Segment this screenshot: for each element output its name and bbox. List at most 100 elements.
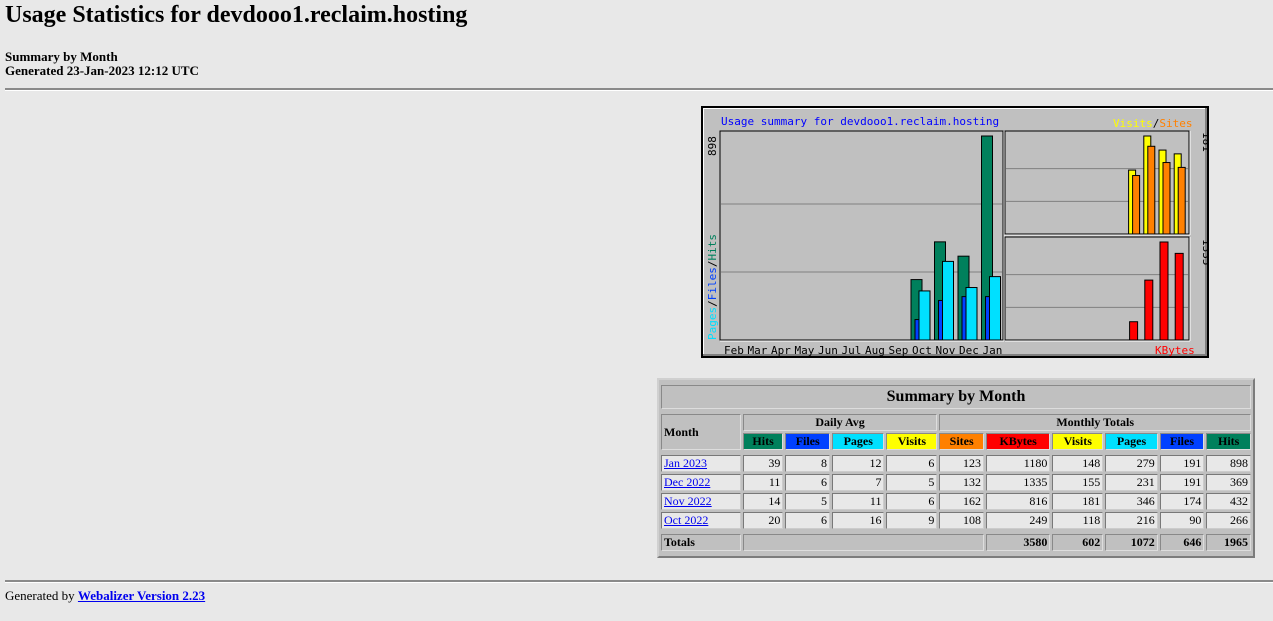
monthly-value-cell: 191 <box>1159 455 1205 472</box>
legend-separator: / <box>706 300 719 307</box>
pages-bar <box>989 276 1001 341</box>
daily-value-cell: 5 <box>886 474 938 491</box>
daily-value-cell: 8 <box>785 455 830 472</box>
month-link[interactable]: Oct 2022 <box>664 513 708 527</box>
legend-kbytes: KBytes <box>1155 344 1195 356</box>
table-row: Oct 2022 20 6 16 9 108 249 118 216 90 266 <box>661 512 1251 529</box>
daily-value-cell: 20 <box>742 512 784 529</box>
month-axis-label: May <box>795 344 815 356</box>
page-subtitle: Summary by Month Generated 23-Jan-2023 1… <box>5 50 199 78</box>
top-divider <box>5 88 1273 91</box>
total-kbytes: 3580 <box>985 534 1051 551</box>
monthly-sites-header: Sites <box>939 433 984 450</box>
month-axis-label: Dec <box>959 344 979 356</box>
monthly-value-cell: 148 <box>1052 455 1104 472</box>
month-link[interactable]: Jan 2023 <box>664 456 707 470</box>
footer: Generated by Webalizer Version 2.23 <box>5 588 205 604</box>
daily-value-cell: 11 <box>742 474 784 491</box>
daily-visits-header: Visits <box>886 433 938 450</box>
month-link[interactable]: Dec 2022 <box>664 475 710 489</box>
summary-line: Summary by Month <box>5 49 118 64</box>
monthly-files-header: Files <box>1159 433 1205 450</box>
monthly-hits-header: Hits <box>1206 433 1251 450</box>
daily-hits-header: Hits <box>742 433 784 450</box>
legend-separator: / <box>706 261 719 268</box>
monthly-totals-header: Monthly Totals <box>939 414 1251 431</box>
monthly-value-cell: 216 <box>1105 512 1158 529</box>
monthly-value-cell: 132 <box>939 474 984 491</box>
legend-separator: / <box>1153 117 1160 130</box>
usage-graph: Usage summary for devdooo1.reclaim.hosti… <box>701 106 1209 358</box>
totals-label: Totals <box>661 534 741 551</box>
pages-bar <box>918 290 931 341</box>
graph-legend-visits-sites: Visits/Sites <box>1113 117 1193 130</box>
monthly-value-cell: 231 <box>1105 474 1158 491</box>
summary-table-title: Summary by Month <box>661 385 1251 409</box>
monthly-value-cell: 118 <box>1052 512 1104 529</box>
spacer <box>661 411 1251 412</box>
daily-pages-header: Pages <box>831 433 885 450</box>
month-cell: Nov 2022 <box>661 493 741 510</box>
monthly-visits-header: Visits <box>1052 433 1104 450</box>
month-cell: Dec 2022 <box>661 474 741 491</box>
monthly-value-cell: 346 <box>1105 493 1158 510</box>
monthly-pages-header: Pages <box>1105 433 1158 450</box>
footer-prefix: Generated by <box>5 588 75 603</box>
monthly-value-cell: 432 <box>1206 493 1251 510</box>
month-axis-label: Sep <box>889 344 909 356</box>
visits-max-label: 181 <box>1200 132 1207 152</box>
sites-bar <box>1132 175 1141 235</box>
table-row: Nov 2022 14 5 11 6 162 816 181 346 174 432 <box>661 493 1251 510</box>
monthly-value-cell: 123 <box>939 455 984 472</box>
monthly-kbytes-header: KBytes <box>985 433 1051 450</box>
month-axis-label: Aug <box>865 344 885 356</box>
legend-visits: Visits <box>1113 117 1153 130</box>
daily-value-cell: 14 <box>742 493 784 510</box>
daily-value-cell: 6 <box>886 493 938 510</box>
total-hits: 1965 <box>1206 534 1251 551</box>
kbytes-bar <box>1129 321 1139 341</box>
kbytes-bar <box>1159 241 1169 341</box>
monthly-value-cell: 108 <box>939 512 984 529</box>
summary-table: Summary by Month Month Daily Avg Monthly… <box>657 378 1255 558</box>
daily-value-cell: 5 <box>785 493 830 510</box>
bottom-divider <box>5 580 1273 583</box>
daily-avg-header: Daily Avg <box>742 414 938 431</box>
legend-sites: Sites <box>1159 117 1192 130</box>
sites-bar <box>1147 145 1156 235</box>
pages-bar <box>942 260 954 341</box>
month-cell: Jan 2023 <box>661 455 741 472</box>
daily-value-cell: 16 <box>831 512 885 529</box>
webalizer-link[interactable]: Webalizer Version 2.23 <box>78 588 205 603</box>
hits-max-label: 898 <box>706 136 719 156</box>
kbytes-bar <box>1144 279 1154 341</box>
daily-value-cell: 11 <box>831 493 885 510</box>
month-axis-label: Mar <box>748 344 768 356</box>
daily-value-cell: 12 <box>831 455 885 472</box>
generated-line: Generated 23-Jan-2023 12:12 UTC <box>5 63 199 78</box>
kbytes-max-label: 1335 <box>1200 239 1207 266</box>
graph-title: Usage summary for devdooo1.reclaim.hosti… <box>721 115 999 128</box>
monthly-value-cell: 191 <box>1159 474 1205 491</box>
month-axis-label: Apr <box>771 344 791 356</box>
month-axis-label: Feb <box>724 344 744 356</box>
total-files: 646 <box>1159 534 1205 551</box>
kbytes-bar <box>1174 252 1184 341</box>
monthly-value-cell: 155 <box>1052 474 1104 491</box>
monthly-value-cell: 1335 <box>985 474 1051 491</box>
month-link[interactable]: Nov 2022 <box>664 494 712 508</box>
monthly-value-cell: 816 <box>985 493 1051 510</box>
monthly-value-cell: 249 <box>985 512 1051 529</box>
daily-value-cell: 6 <box>785 474 830 491</box>
month-axis-label: Oct <box>912 344 932 356</box>
month-cell: Oct 2022 <box>661 512 741 529</box>
daily-files-header: Files <box>785 433 830 450</box>
monthly-value-cell: 279 <box>1105 455 1158 472</box>
total-pages: 1072 <box>1105 534 1158 551</box>
sites-bar <box>1177 166 1186 235</box>
page-title: Usage Statistics for devdooo1.reclaim.ho… <box>5 2 468 28</box>
legend-hits: Hits <box>706 234 719 261</box>
monthly-value-cell: 181 <box>1052 493 1104 510</box>
daily-value-cell: 6 <box>785 512 830 529</box>
table-row: Jan 2023 39 8 12 6 123 1180 148 279 191 898 <box>661 455 1251 472</box>
